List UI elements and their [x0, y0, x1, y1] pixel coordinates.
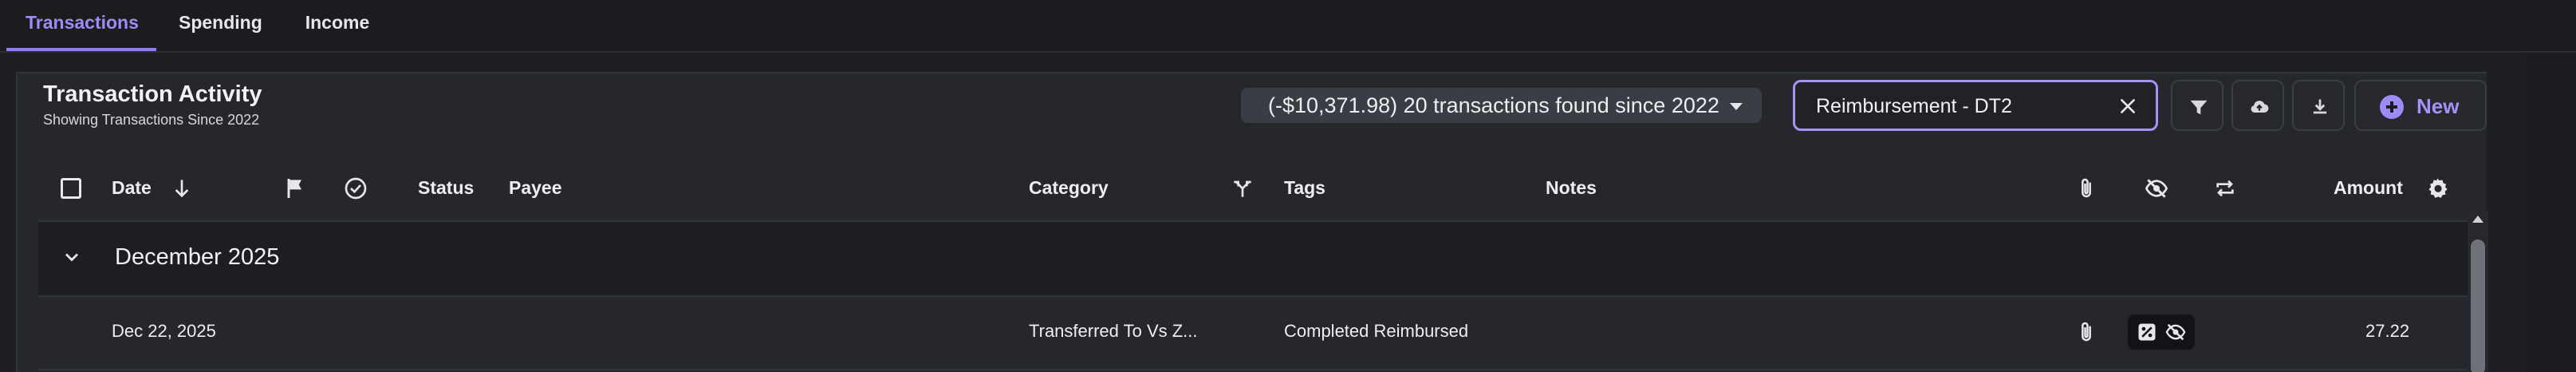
- paperclip-icon[interactable]: [2074, 319, 2099, 345]
- header-amount[interactable]: Amount: [2334, 177, 2403, 199]
- header-category[interactable]: Category: [1029, 177, 1109, 199]
- new-button-label: New: [2416, 94, 2460, 118]
- gear-icon[interactable]: [2424, 176, 2450, 201]
- sort-down-icon[interactable]: [169, 176, 195, 201]
- check-circle-icon[interactable]: [343, 176, 368, 201]
- plus-circle-icon: [2380, 95, 2404, 119]
- split-icon[interactable]: [1230, 176, 1255, 201]
- download-icon: [2313, 99, 2327, 114]
- percent-icon: [2138, 323, 2156, 341]
- tab-income[interactable]: Income: [286, 0, 389, 51]
- row-category[interactable]: Transferred To Vs Z...: [1029, 321, 1198, 342]
- flag-icon[interactable]: [282, 176, 308, 201]
- row-date: Dec 22, 2025: [112, 321, 216, 341]
- table-header: Date Status Payee Category Tags Notes Am…: [38, 155, 2468, 222]
- table-row[interactable]: Dec 22, 2025 Transferred To Vs Z... Comp…: [38, 297, 2468, 370]
- tab-spending[interactable]: Spending: [160, 0, 279, 51]
- scrollbar-thumb[interactable]: [2471, 239, 2485, 372]
- right-gutter: [2527, 53, 2576, 372]
- tab-transactions[interactable]: Transactions: [6, 0, 156, 51]
- header-payee[interactable]: Payee: [509, 177, 562, 199]
- month-group-label: December 2025: [115, 244, 280, 270]
- upload-button[interactable]: [2231, 80, 2284, 131]
- header-notes[interactable]: Notes: [1546, 177, 1597, 199]
- cloud-upload-icon: [2251, 101, 2269, 113]
- row-status-icons[interactable]: [2128, 315, 2195, 350]
- filter-button[interactable]: [2171, 80, 2223, 131]
- row-amount: 27.22: [2365, 321, 2410, 341]
- new-transaction-button[interactable]: New: [2354, 80, 2487, 131]
- download-button[interactable]: [2292, 80, 2345, 131]
- eye-off-icon[interactable]: [2144, 176, 2169, 201]
- eye-off-icon: [2165, 323, 2186, 341]
- page-subtitle: Showing Transactions Since 2022: [43, 112, 260, 128]
- filter-icon: [2190, 100, 2208, 115]
- page-title: Transaction Activity: [43, 81, 262, 107]
- row-tags[interactable]: Completed Reimbursed: [1284, 321, 1468, 342]
- month-group-header[interactable]: December 2025: [38, 222, 2468, 297]
- search-value: Reimbursement - DT2: [1816, 95, 2012, 117]
- scroll-up-arrow-icon[interactable]: [2472, 216, 2483, 223]
- transactions-found-label: (-$10,371.98) 20 transactions found sinc…: [1268, 93, 1719, 117]
- top-tab-bar: Transactions Spending Income: [0, 0, 2576, 53]
- header-date[interactable]: Date: [112, 177, 152, 199]
- vertical-scrollbar[interactable]: [2468, 211, 2488, 372]
- header-status[interactable]: Status: [418, 177, 474, 199]
- caret-down-icon: [1730, 103, 1743, 110]
- repeat-icon[interactable]: [2212, 176, 2238, 201]
- transactions-found-dropdown[interactable]: (-$10,371.98) 20 transactions found sinc…: [1241, 88, 1762, 123]
- chevron-down-icon[interactable]: [61, 246, 83, 268]
- paperclip-icon[interactable]: [2074, 176, 2099, 201]
- search-input[interactable]: Reimbursement - DT2: [1793, 80, 2158, 131]
- close-icon[interactable]: [2117, 96, 2138, 117]
- select-all-checkbox[interactable]: [61, 178, 81, 199]
- header-tags[interactable]: Tags: [1284, 177, 1325, 199]
